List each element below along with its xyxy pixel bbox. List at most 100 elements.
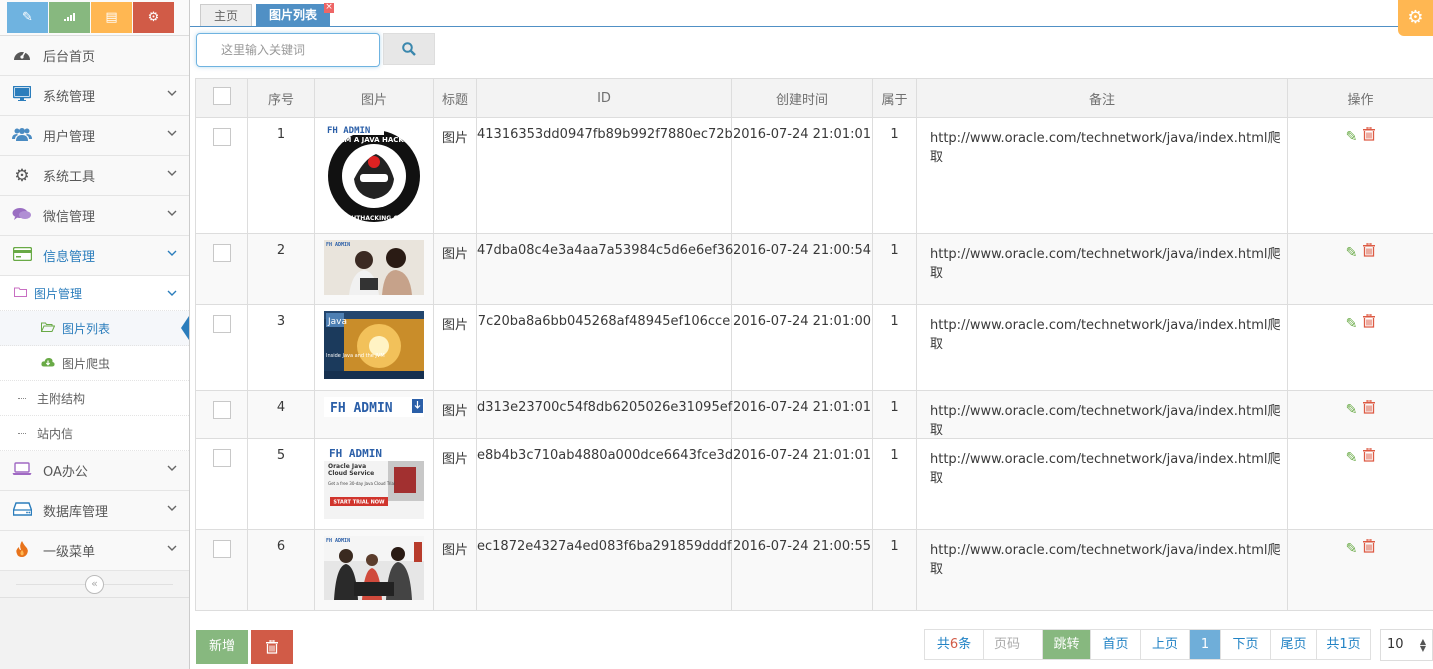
actions-cell: ✎: [1287, 438, 1433, 530]
dashboard-icon: [12, 47, 32, 65]
svg-text:Cloud Service: Cloud Service: [328, 470, 374, 477]
svg-text:FH ADMIN: FH ADMIN: [326, 242, 350, 248]
sidebar-item-label: 系统管理: [43, 90, 96, 105]
page-size-select[interactable]: 10 ▲ ▼: [1380, 629, 1433, 661]
row-select-cell: [195, 390, 248, 439]
close-icon[interactable]: ×: [324, 3, 334, 13]
add-button[interactable]: 新增: [196, 630, 248, 664]
signal-icon[interactable]: [49, 2, 90, 33]
table-row: 6 FH ADMIN 图片 ec1872e4327a4ed083f6ba2918…: [195, 529, 1433, 611]
image-thumbnail[interactable]: FH ADMIN: [324, 536, 424, 600]
current-page[interactable]: 1: [1190, 630, 1221, 659]
next-page-link[interactable]: 下页: [1221, 630, 1271, 659]
title-cell: 图片: [433, 438, 477, 530]
image-thumbnail[interactable]: FH ADMIN: [324, 240, 424, 295]
image-thumbnail[interactable]: FH ADMIN I AM A JAVA HACKER NIGHTHACKING…: [324, 124, 424, 224]
created-time-cell: 2016-07-24 21:01:00: [731, 304, 873, 391]
sidebar-item-image-manage[interactable]: 图片管理: [0, 276, 189, 311]
prev-page-link[interactable]: 上页: [1141, 630, 1190, 659]
row-number: 1: [247, 117, 315, 234]
batch-delete-button[interactable]: [251, 630, 293, 664]
image-thumbnail[interactable]: FH ADMIN Oracle Java Cloud Service Get a…: [324, 445, 424, 519]
chevron-down-icon: [167, 545, 177, 551]
delete-trash-icon[interactable]: [1363, 242, 1376, 261]
delete-trash-icon[interactable]: [1363, 313, 1376, 332]
sidebar-item-info[interactable]: 信息管理: [0, 236, 189, 276]
sidebar-item-label: 后台首页: [43, 50, 96, 65]
sidebar-item-master-detail[interactable]: 主附结构: [0, 381, 189, 416]
tab-image-list[interactable]: 图片列表: [256, 4, 331, 26]
belong-cell: 1: [872, 438, 917, 530]
svg-text:FH ADMIN: FH ADMIN: [327, 126, 370, 136]
edit-pencil-icon[interactable]: ✎: [1346, 129, 1358, 145]
sidebar-item-wechat[interactable]: 微信管理: [0, 196, 189, 236]
delete-trash-icon[interactable]: [1363, 538, 1376, 557]
sidebar-item-users[interactable]: 用户管理: [0, 116, 189, 156]
delete-trash-icon[interactable]: [1363, 447, 1376, 466]
image-cell: FH ADMIN: [314, 529, 434, 611]
first-page-link[interactable]: 首页: [1091, 630, 1141, 659]
row-checkbox[interactable]: [212, 449, 231, 467]
jump-button[interactable]: 跳转: [1043, 630, 1091, 659]
row-select-cell: [195, 304, 248, 391]
sidebar-item-label: 数据库管理: [43, 505, 109, 520]
edit-pencil-icon[interactable]: ✎: [1346, 402, 1358, 418]
delete-trash-icon[interactable]: [1363, 399, 1376, 418]
sidebar-item-database[interactable]: 数据库管理: [0, 491, 189, 531]
sidebar-item-tools[interactable]: ⚙ 系统工具: [0, 156, 189, 196]
search-button[interactable]: [383, 33, 435, 65]
image-cell: FH ADMIN: [314, 390, 434, 439]
last-page-link[interactable]: 尾页: [1271, 630, 1317, 659]
svg-text:I AM A JAVA HACKER: I AM A JAVA HACKER: [334, 136, 415, 144]
double-angle-left-icon[interactable]: «: [85, 575, 104, 594]
tab-home[interactable]: 主页: [200, 4, 253, 26]
table-row: 3 Java Inside Java and the JVM 图片 7c20ba…: [195, 304, 1433, 391]
sidebar-item-label: 图片爬虫: [62, 356, 111, 371]
svg-text:Oracle Java: Oracle Java: [328, 463, 366, 470]
created-time-cell: 2016-07-24 21:01:01: [731, 390, 873, 439]
delete-trash-icon[interactable]: [1363, 126, 1376, 145]
sidebar-item-menu-level1[interactable]: 一级菜单: [0, 531, 189, 571]
row-select-cell: [195, 117, 248, 234]
edit-pencil-icon[interactable]: ✎: [1346, 316, 1358, 332]
page-number-input[interactable]: 页码: [984, 630, 1043, 659]
sidebar-item-label: OA办公: [43, 465, 88, 480]
row-checkbox[interactable]: [212, 401, 231, 419]
sidebar-item-image-list[interactable]: 图片列表: [0, 311, 189, 346]
row-checkbox[interactable]: [212, 128, 231, 146]
id-cell: ec1872e4327a4ed083f6ba291859dddf: [476, 529, 732, 611]
belong-cell: 1: [872, 117, 917, 234]
chevron-down-icon: [167, 505, 177, 511]
book-icon[interactable]: ▤: [91, 2, 132, 33]
column-header: 创建时间: [731, 78, 873, 118]
search-input[interactable]: 这里输入关键词: [196, 33, 380, 67]
title-cell: 图片: [433, 529, 477, 611]
edit-pencil-icon[interactable]: ✎: [1346, 541, 1358, 557]
edit-pencil-icon[interactable]: ✎: [1346, 450, 1358, 466]
row-checkbox[interactable]: [212, 315, 231, 333]
sidebar-item-messages[interactable]: 站内信: [0, 416, 189, 451]
folder-icon: [12, 287, 28, 300]
sidebar-item-dashboard[interactable]: 后台首页: [0, 36, 189, 76]
pencil-icon[interactable]: ✎: [7, 2, 48, 33]
column-header: 备注: [916, 78, 1288, 118]
row-checkbox[interactable]: [212, 244, 231, 262]
cogs-icon[interactable]: ⚙: [133, 2, 174, 33]
select-all-checkbox[interactable]: [212, 87, 231, 105]
sidebar-item-oa[interactable]: OA办公: [0, 451, 189, 491]
fire-icon: [12, 540, 32, 561]
table-row: 5 FH ADMIN Oracle Java Cloud Service Get…: [195, 438, 1433, 530]
column-header: 属于: [872, 78, 917, 118]
svg-text:FH ADMIN: FH ADMIN: [330, 401, 393, 416]
edit-pencil-icon[interactable]: ✎: [1346, 245, 1358, 261]
sidebar-item-image-crawler[interactable]: 图片爬虫: [0, 346, 189, 381]
row-checkbox[interactable]: [212, 540, 231, 558]
settings-gear-icon[interactable]: ⚙: [1398, 0, 1433, 36]
note-cell: http://www.oracle.com/technetwork/java/i…: [916, 529, 1288, 611]
total-count: 共6条: [925, 630, 984, 659]
image-thumbnail[interactable]: Java Inside Java and the JVM: [324, 311, 424, 379]
row-select-cell: [195, 529, 248, 611]
image-thumbnail[interactable]: FH ADMIN: [324, 397, 424, 417]
sidebar-item-system[interactable]: 系统管理: [0, 76, 189, 116]
sidebar: ✎ ▤ ⚙ 后台首页 系统管理 用户管理 ⚙ 系统工具 微信管理 信息管理 图片管理: [0, 0, 190, 669]
